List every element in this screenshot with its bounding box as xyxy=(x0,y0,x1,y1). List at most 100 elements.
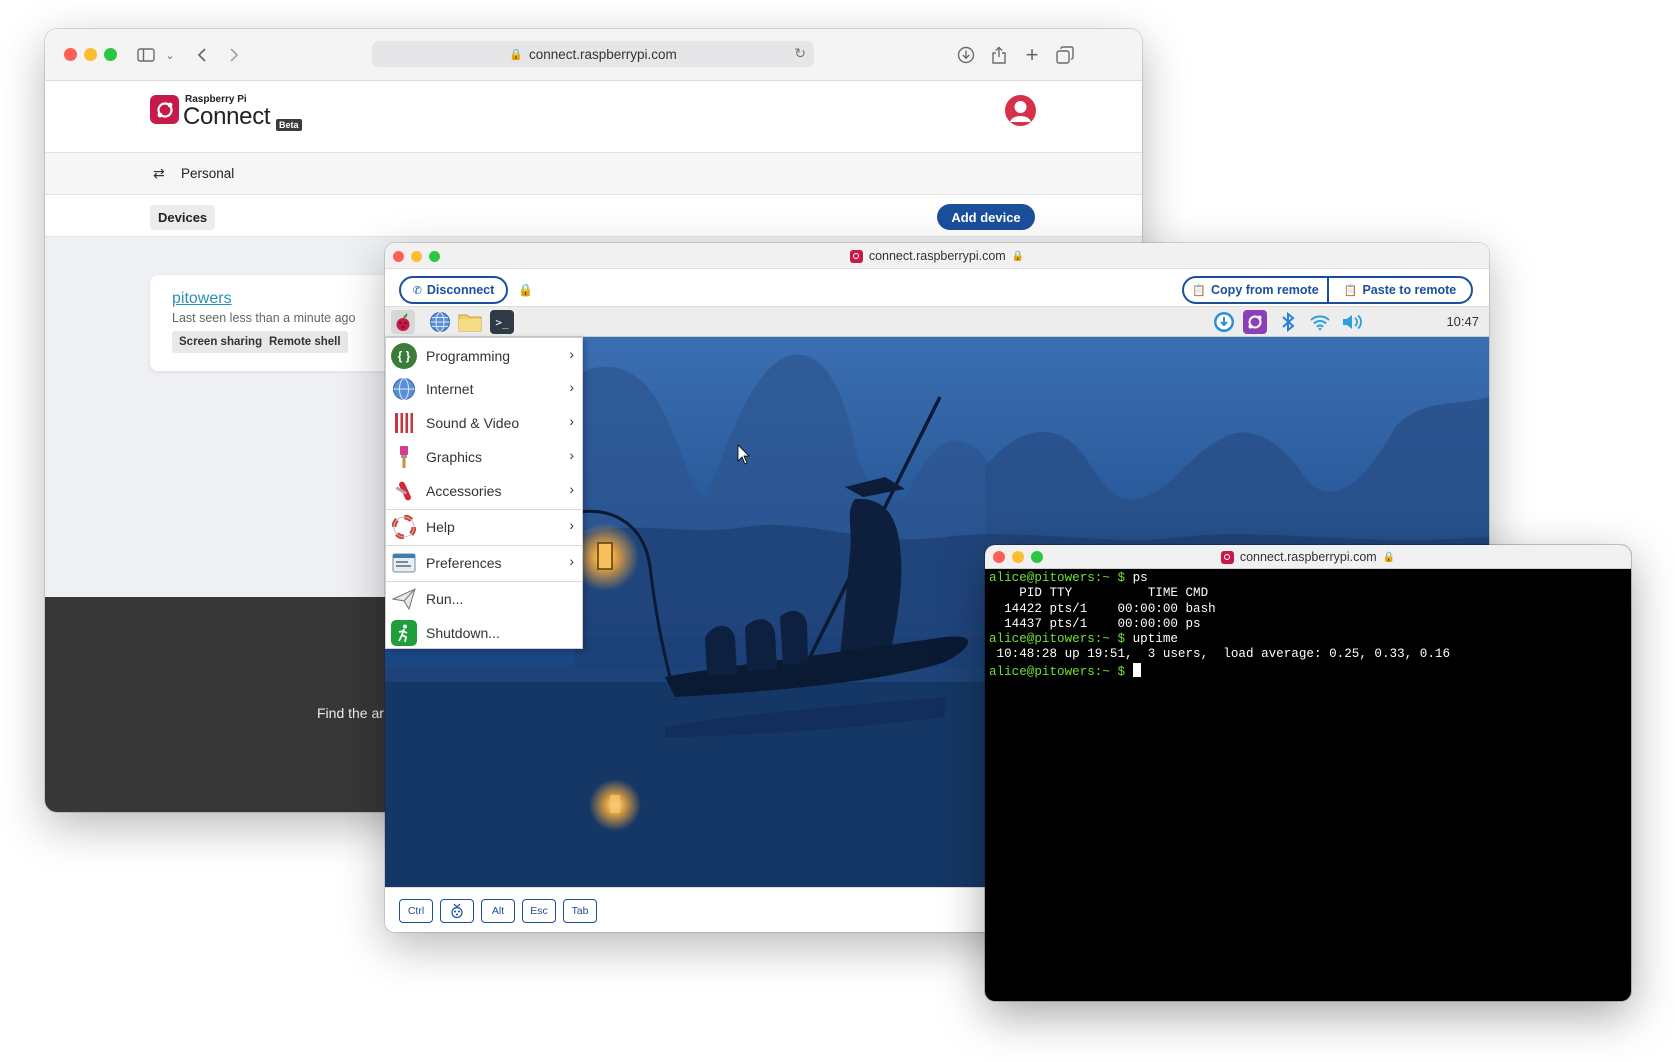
device-card: pitowers Last seen less than a minute ag… xyxy=(150,275,395,371)
esc-key-button[interactable]: Esc xyxy=(522,899,556,923)
wifi-icon[interactable] xyxy=(1308,310,1332,334)
address-bar[interactable]: 🔒 connect.raspberrypi.com ↻ xyxy=(372,41,814,67)
menu-item-label: Accessories xyxy=(426,483,502,499)
url-text: connect.raspberrypi.com xyxy=(528,46,677,62)
raspberry-key-button[interactable] xyxy=(440,899,474,923)
menu-item-label: Internet xyxy=(426,381,474,397)
forward-icon[interactable] xyxy=(221,42,247,68)
menu-item-accessories[interactable]: Accessories › xyxy=(386,474,582,508)
switch-workspace-icon[interactable]: ⇄ xyxy=(153,165,165,182)
reload-icon[interactable]: ↻ xyxy=(794,45,806,62)
device-name-link[interactable]: pitowers xyxy=(172,290,232,308)
lock-icon: 🔒 xyxy=(1011,250,1025,262)
chevron-right-icon: › xyxy=(569,413,574,429)
add-device-button[interactable]: Add device xyxy=(937,204,1035,230)
update-icon[interactable] xyxy=(1212,310,1236,334)
tabs-icon[interactable] xyxy=(1052,42,1078,68)
clipboard-icon: 📋 xyxy=(1192,284,1207,297)
close-button[interactable] xyxy=(64,48,77,61)
tab-key-button[interactable]: Tab xyxy=(563,899,597,923)
terminal-command: ps xyxy=(1125,571,1148,585)
taskbar-clock[interactable]: 10:47 xyxy=(1446,314,1479,329)
menu-item-help[interactable]: Help › xyxy=(386,510,582,544)
session-controls: ✆ Disconnect 🔒 📋 Copy from remote 📋 Past… xyxy=(385,269,1489,307)
terminal-command-line: alice@pitowers:~ $ xyxy=(989,662,1627,679)
ctrl-key-button[interactable]: Ctrl xyxy=(399,899,433,923)
workspace-bar: ⇄ Personal xyxy=(45,153,1142,195)
download-icon[interactable] xyxy=(953,42,979,68)
device-last-seen: Last seen less than a minute ago xyxy=(172,311,356,325)
chevron-right-icon: › xyxy=(569,346,574,362)
new-tab-icon[interactable]: + xyxy=(1019,42,1045,68)
terminal-output-line: 14422 pts/1 00:00:00 bash xyxy=(989,601,1216,616)
menu-item-label: Programming xyxy=(426,348,511,364)
terminal-command-line: alice@pitowers:~ $ ps xyxy=(989,571,1627,586)
clipboard-icon: 📋 xyxy=(1343,284,1358,297)
window-title-text: connect.raspberrypi.com xyxy=(1239,550,1377,564)
tab-devices[interactable]: Devices xyxy=(150,205,216,230)
internet-icon xyxy=(391,376,417,402)
menu-item-label: Help xyxy=(426,519,455,535)
application-menu: { } Programming › Internet › Sound & Vid… xyxy=(385,337,583,649)
site-header: Raspberry Pi Connect Beta xyxy=(45,81,1142,153)
brand-name: Connect xyxy=(183,103,271,130)
raspberry-menu-icon[interactable] xyxy=(391,310,415,334)
menu-item-internet[interactable]: Internet › xyxy=(386,372,582,406)
footer-text: Find the ar xyxy=(317,705,384,721)
terminal-prompt: alice@pitowers:~ $ xyxy=(989,632,1126,647)
chevron-down-icon[interactable]: ⌄ xyxy=(157,42,183,68)
window-title-text: connect.raspberrypi.com xyxy=(868,249,1006,263)
back-icon[interactable] xyxy=(189,42,215,68)
browser-toolbar: ⌄ 🔒 connect.raspberrypi.com ↻ + xyxy=(45,29,1142,81)
sidebar-icon[interactable] xyxy=(133,42,159,68)
copy-from-remote-button[interactable]: 📋 Copy from remote xyxy=(1182,276,1329,304)
screen-sharing-button[interactable]: Screen sharing xyxy=(172,331,270,353)
accessories-icon xyxy=(391,478,417,504)
user-avatar-icon[interactable] xyxy=(1005,95,1036,126)
menu-item-label: Run... xyxy=(426,591,464,607)
terminal-output-line: 14437 pts/1 00:00:00 ps xyxy=(989,616,1201,631)
raspberry-pi-connect-logo-icon[interactable] xyxy=(150,95,179,124)
menu-item-preferences[interactable]: Preferences › xyxy=(386,546,582,580)
menu-item-programming[interactable]: { } Programming › xyxy=(386,339,582,373)
menu-item-sound-video[interactable]: Sound & Video › xyxy=(386,406,582,440)
volume-icon[interactable] xyxy=(1341,310,1365,334)
favicon-icon xyxy=(849,249,863,263)
terminal-prompt: alice@pitowers:~ $ xyxy=(989,571,1126,585)
share-icon[interactable] xyxy=(986,42,1012,68)
shutdown-icon xyxy=(391,620,417,646)
web-browser-icon[interactable] xyxy=(428,310,452,334)
lock-icon: 🔒 xyxy=(1382,551,1396,563)
chevron-right-icon: › xyxy=(569,447,574,463)
menu-item-shutdown[interactable]: Shutdown... xyxy=(386,616,582,650)
zoom-button[interactable] xyxy=(104,48,117,61)
disconnect-button[interactable]: ✆ Disconnect xyxy=(399,276,508,304)
paste-to-remote-button[interactable]: 📋 Paste to remote xyxy=(1327,276,1473,304)
help-icon xyxy=(391,514,417,540)
pi-connect-icon[interactable] xyxy=(1243,310,1267,334)
window-titlebar: connect.raspberrypi.com 🔒 xyxy=(985,545,1631,569)
phone-icon: ✆ xyxy=(412,284,422,297)
window-title: connect.raspberrypi.com 🔒 xyxy=(985,545,1631,569)
remote-shell-window: connect.raspberrypi.com 🔒 alice@pitowers… xyxy=(985,545,1631,1001)
run-icon xyxy=(391,586,417,612)
copy-from-remote-label: Copy from remote xyxy=(1211,283,1319,297)
workspace-name[interactable]: Personal xyxy=(181,166,234,181)
terminal-output-line: 10:48:28 up 19:51, 3 users, load average… xyxy=(989,647,1451,662)
disconnect-label: Disconnect xyxy=(426,283,495,297)
alt-key-button[interactable]: Alt xyxy=(481,899,515,923)
beta-badge: Beta xyxy=(276,119,302,131)
terminal-icon[interactable]: >_ xyxy=(490,310,514,334)
menu-item-run[interactable]: Run... xyxy=(386,582,582,616)
file-manager-icon[interactable] xyxy=(458,310,482,334)
minimize-button[interactable] xyxy=(84,48,97,61)
terminal-output[interactable]: alice@pitowers:~ $ ps PID TTY TIME CMD 1… xyxy=(989,571,1627,997)
terminal-output-line: PID TTY TIME CMD xyxy=(989,586,1209,601)
menu-item-graphics[interactable]: Graphics › xyxy=(386,440,582,474)
terminal-command: uptime xyxy=(1125,632,1178,647)
chevron-right-icon: › xyxy=(569,481,574,497)
remote-shell-button[interactable]: Remote shell xyxy=(262,331,348,353)
pi-taskbar: >_ 10:47 xyxy=(385,307,1489,337)
menu-item-label: Shutdown... xyxy=(426,625,500,641)
bluetooth-icon[interactable] xyxy=(1276,310,1300,334)
